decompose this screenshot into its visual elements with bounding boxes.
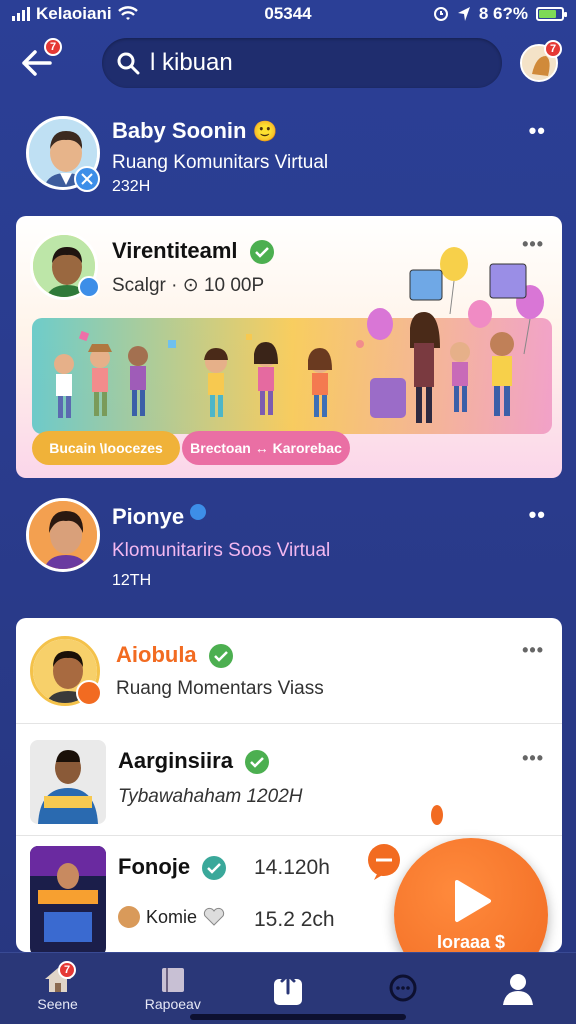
- home-indicator: [190, 1014, 406, 1020]
- list-item-title[interactable]: Aarginsiira: [118, 748, 270, 775]
- signal-icon: [12, 7, 30, 21]
- back-badge: 7: [44, 38, 62, 56]
- list-item-time: 14.120h: [254, 856, 330, 879]
- verified-icon: [245, 750, 270, 775]
- list-item-name: Fonoje: [118, 854, 191, 879]
- status-bar: Kelaoiani 05344 8 6?%: [0, 0, 576, 28]
- list-item-subtitle: Ruang Momentars Viass: [116, 678, 324, 699]
- nav-profile[interactable]: [461, 953, 576, 1024]
- list-item-title[interactable]: Fonoje: [118, 854, 227, 881]
- play-icon: [455, 879, 491, 922]
- more-options-icon[interactable]: ••: [529, 502, 546, 528]
- thumbnail[interactable]: [30, 740, 106, 824]
- list-item-sub-time: 15.2 2ch: [254, 908, 335, 931]
- post-author[interactable]: Baby Soonin 🙂: [112, 118, 277, 144]
- list-item-title[interactable]: Aiobula: [116, 642, 233, 669]
- post-subtitle: Klomunitarirs Soos Virtual: [112, 540, 331, 561]
- search-input[interactable]: [150, 49, 470, 77]
- profile-badge: 7: [544, 40, 562, 58]
- thumbnail[interactable]: [30, 846, 106, 952]
- list-item-sub[interactable]: Komie: [118, 906, 225, 928]
- battery-icon: [536, 7, 567, 21]
- list-item[interactable]: Aiobula Ruang Momentars Viass •••: [16, 618, 562, 724]
- carrier-name: Kelaoiani: [36, 4, 112, 23]
- nav-home-badge: 7: [58, 961, 76, 979]
- list-item-subtitle: Tybawahaham 1202H: [118, 786, 303, 807]
- monkey-emoji-icon: [118, 906, 140, 928]
- post-pionye[interactable]: Pionye Klomunitarirs Soos Virtual 12TH •…: [0, 490, 576, 600]
- person-thumbnail-icon: [30, 740, 106, 824]
- comment-bubble-icon: [368, 844, 400, 880]
- post-time: 12TH: [112, 572, 152, 589]
- chat-icon: [389, 974, 417, 1001]
- user-badge-icon: [74, 166, 100, 192]
- tag-pill-left[interactable]: Bucain \Ioocezes: [32, 431, 180, 465]
- user-badge-icon: [76, 680, 102, 706]
- verified-icon: [190, 504, 207, 520]
- drop-icon: [431, 805, 443, 825]
- book-icon: [161, 967, 184, 992]
- more-options-icon[interactable]: •••: [522, 640, 544, 661]
- search-bar[interactable]: [102, 38, 502, 88]
- alarm-icon: [433, 7, 448, 21]
- back-button[interactable]: 7: [14, 38, 62, 86]
- post-author[interactable]: Pionye: [112, 504, 207, 530]
- status-left: Kelaoiani: [12, 4, 138, 24]
- avatar[interactable]: [26, 498, 100, 572]
- more-options-icon[interactable]: •••: [522, 748, 544, 769]
- post-author-name: Baby Soonin: [112, 118, 247, 143]
- post-time: 232H: [112, 178, 151, 195]
- tag-pill-right[interactable]: Brectoan ↔ Karorebac: [182, 431, 350, 465]
- list-item-name: Aarginsiira: [118, 748, 233, 773]
- profile-icon: [503, 973, 534, 1005]
- chat-bubble-icon: [202, 856, 227, 881]
- battery-percent: 8 6?%: [478, 4, 528, 23]
- verified-icon: [208, 644, 233, 669]
- post-author-name: Pionye: [112, 504, 185, 529]
- post-baby-soonin[interactable]: Baby Soonin 🙂 Ruang Komunitars Virtual 2…: [0, 110, 576, 210]
- more-options-icon[interactable]: ••: [529, 118, 546, 144]
- list-item[interactable]: Aarginsiira Tybawahaham 1202H •••: [16, 726, 562, 836]
- list-item-name: Aiobula: [116, 642, 197, 667]
- heart-icon[interactable]: [203, 907, 225, 927]
- nav-home[interactable]: 7 Seene: [0, 953, 115, 1024]
- smile-emoji-icon: 🙂: [252, 121, 278, 143]
- wifi-icon: [117, 6, 138, 20]
- top-bar: 7 7: [0, 30, 576, 98]
- person-avatar-icon: [29, 501, 97, 569]
- gaming-thumbnail-icon: [30, 846, 106, 952]
- search-icon: [117, 52, 140, 75]
- featured-post-card[interactable]: Virentiteaml Scalgr · ⊙ 10 00P ••• Bucai…: [16, 216, 562, 478]
- fab-label: Ioraaa $: [436, 931, 506, 952]
- upload-icon: [274, 972, 302, 1005]
- bottom-nav: 7 Seene Rapoeav: [0, 952, 576, 1024]
- nav-home-label: Seene: [37, 995, 78, 1012]
- list-item-sub-name: Komie: [146, 906, 198, 927]
- location-icon: [457, 7, 470, 21]
- status-right: 8 6?%: [433, 4, 567, 24]
- post-subtitle: Ruang Komunitars Virtual: [112, 152, 329, 173]
- nav-report-label: Rapoeav: [144, 995, 201, 1012]
